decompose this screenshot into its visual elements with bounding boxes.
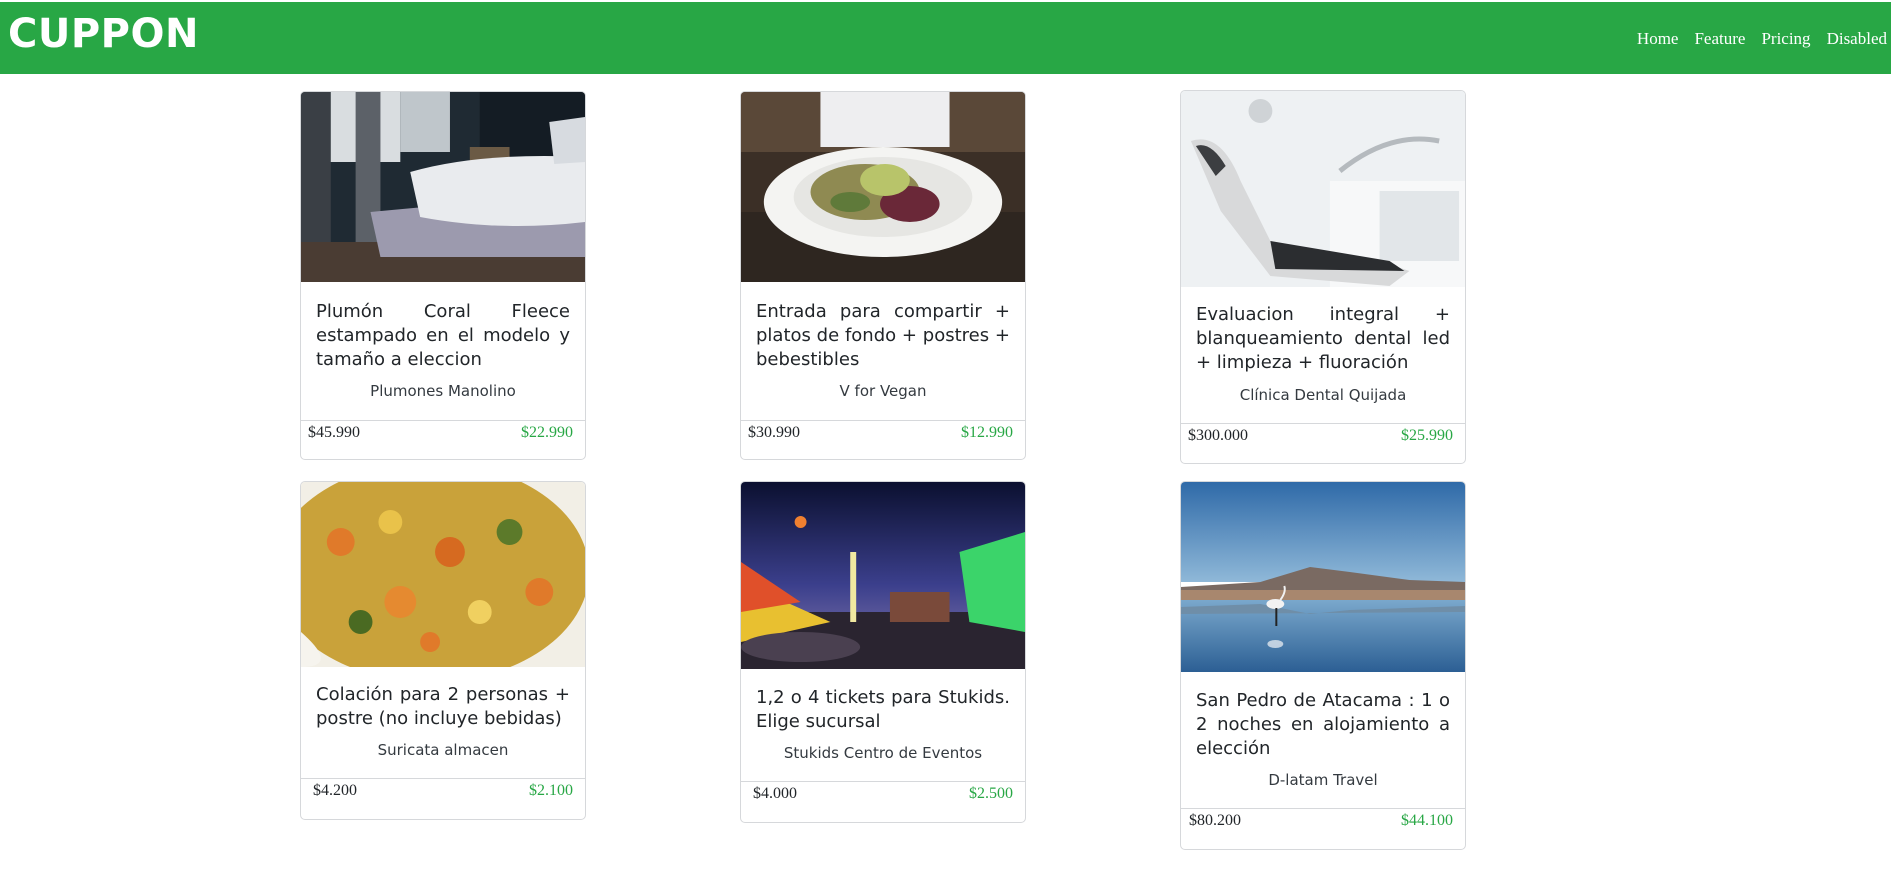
- fairground-night-photo: [741, 482, 1025, 669]
- deal-card[interactable]: Plumón Coral Fleece estampado en el mode…: [300, 91, 586, 460]
- original-price: $80.200: [1189, 812, 1241, 829]
- top-navbar: CUPPON Home Feature Pricing Disabled: [0, 2, 1891, 74]
- deal-title[interactable]: Colación para 2 personas + postre (no in…: [316, 683, 570, 731]
- original-price: $45.990: [308, 424, 360, 441]
- deal-card[interactable]: Colación para 2 personas + postre (no in…: [300, 481, 586, 820]
- price-footer: $30.990 $12.990: [741, 420, 1025, 459]
- nav-feature-link[interactable]: Feature: [1694, 29, 1745, 49]
- price-footer: $45.990 $22.990: [301, 420, 585, 459]
- price-footer: $300.000 $25.990: [1181, 423, 1465, 463]
- original-price: $4.200: [313, 782, 357, 799]
- discount-price: $44.100: [1401, 812, 1453, 829]
- brand-logo[interactable]: CUPPON: [8, 11, 199, 57]
- price-footer: $80.200 $44.100: [1181, 808, 1465, 849]
- deal-title[interactable]: San Pedro de Atacama : 1 o 2 noches en a…: [1196, 689, 1450, 761]
- dental-chair-photo: [1181, 91, 1465, 287]
- deal-title[interactable]: 1,2 o 4 tickets para Stukids. Elige sucu…: [756, 686, 1010, 734]
- deal-title[interactable]: Entrada para compartir + platos de fondo…: [756, 300, 1010, 372]
- deal-card[interactable]: Entrada para compartir + platos de fondo…: [740, 91, 1026, 460]
- flamingo-lagoon-photo: [1181, 482, 1465, 672]
- discount-price: $22.990: [521, 424, 573, 441]
- deal-vendor: Stukids Centro de Eventos: [783, 744, 983, 762]
- original-price: $300.000: [1188, 427, 1248, 444]
- salad-plate-photo: [741, 92, 1025, 282]
- deal-vendor: Clínica Dental Quijada: [1239, 386, 1407, 404]
- deal-vendor: V for Vegan: [839, 382, 927, 400]
- nav-disabled-link[interactable]: Disabled: [1827, 29, 1887, 49]
- deal-vendor: Suricata almacen: [377, 741, 509, 759]
- deal-vendor: Plumones Manolino: [370, 382, 516, 400]
- deal-card[interactable]: Evaluacion integral + blanqueamiento den…: [1180, 90, 1466, 464]
- price-footer: $4.200 $2.100: [301, 778, 585, 819]
- discount-price: $2.100: [529, 782, 573, 799]
- deal-card[interactable]: 1,2 o 4 tickets para Stukids. Elige sucu…: [740, 481, 1026, 823]
- deal-title[interactable]: Plumón Coral Fleece estampado en el mode…: [316, 300, 570, 372]
- price-footer: $4.000 $2.500: [741, 781, 1025, 822]
- original-price: $30.990: [748, 424, 800, 441]
- discount-price: $12.990: [961, 424, 1013, 441]
- discount-price: $2.500: [969, 785, 1013, 802]
- deal-vendor: D-latam Travel: [1268, 771, 1378, 789]
- deal-card[interactable]: San Pedro de Atacama : 1 o 2 noches en a…: [1180, 481, 1466, 850]
- original-price: $4.000: [753, 785, 797, 802]
- nav-pricing-link[interactable]: Pricing: [1761, 29, 1810, 49]
- nav-links: Home Feature Pricing Disabled: [1621, 29, 1887, 49]
- stew-dish-photo: [301, 482, 585, 667]
- discount-price: $25.990: [1401, 427, 1453, 444]
- deal-title[interactable]: Evaluacion integral + blanqueamiento den…: [1196, 303, 1450, 375]
- bedroom-photo: [301, 92, 585, 282]
- nav-home-link[interactable]: Home: [1637, 29, 1679, 49]
